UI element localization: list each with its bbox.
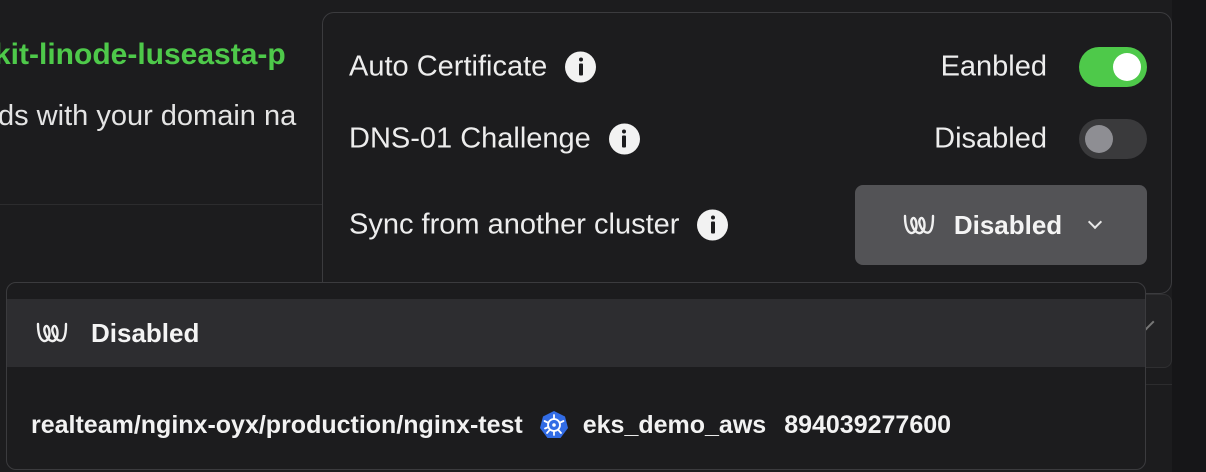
- toggle-knob: [1113, 53, 1141, 81]
- background-hostname[interactable]: kit-linode-luseasta-p: [0, 38, 286, 72]
- background-scroll-strip: [1172, 0, 1206, 472]
- setting-row-sync-cluster: Sync from another cluster Disabled: [323, 185, 1171, 265]
- dropdown-option-label: Disabled: [91, 317, 200, 348]
- auto-certificate-status: Eanbled: [940, 50, 1047, 83]
- cluster-name: eks_demo_aws: [582, 410, 767, 439]
- dns01-challenge-toggle[interactable]: [1079, 119, 1147, 159]
- sync-cluster-dropdown: Disabled realteam/nginx-oyx/production/n…: [6, 282, 1146, 470]
- setting-label-wrap: DNS-01 Challenge: [349, 123, 640, 156]
- wl-logo-icon: [36, 322, 68, 343]
- kubernetes-icon: [539, 411, 568, 438]
- cluster-path: realteam/nginx-oyx/production/nginx-test: [31, 410, 523, 439]
- sync-cluster-select[interactable]: Disabled: [855, 185, 1147, 265]
- auto-certificate-toggle[interactable]: [1079, 47, 1147, 87]
- setting-label-wrap: Sync from another cluster: [349, 208, 729, 242]
- toggle-knob: [1085, 125, 1113, 153]
- background-description: ds with your domain na: [0, 100, 297, 132]
- info-icon[interactable]: [608, 123, 640, 155]
- info-icon[interactable]: [697, 209, 729, 241]
- certificate-settings-popover: Auto Certificate Eanbled DNS-01 Challeng…: [322, 12, 1172, 294]
- setting-row-dns01-challenge: DNS-01 Challenge Disabled: [323, 109, 1171, 169]
- dns01-challenge-status: Disabled: [934, 122, 1047, 155]
- dropdown-option-cluster[interactable]: realteam/nginx-oyx/production/nginx-test…: [31, 403, 951, 447]
- sync-cluster-label: Sync from another cluster: [349, 208, 680, 241]
- dns01-challenge-label: DNS-01 Challenge: [349, 122, 591, 155]
- background-divider: [0, 204, 322, 205]
- setting-row-auto-certificate: Auto Certificate Eanbled: [323, 37, 1171, 97]
- auto-certificate-label: Auto Certificate: [349, 50, 548, 83]
- chevron-down-icon: [1088, 214, 1103, 230]
- sync-cluster-selected-value: Disabled: [953, 209, 1063, 240]
- info-icon[interactable]: [565, 51, 597, 83]
- cluster-id: 894039277600: [784, 410, 952, 439]
- wl-logo-icon: [903, 214, 935, 235]
- setting-label-wrap: Auto Certificate: [349, 50, 597, 84]
- dropdown-option-disabled[interactable]: Disabled: [7, 299, 1145, 367]
